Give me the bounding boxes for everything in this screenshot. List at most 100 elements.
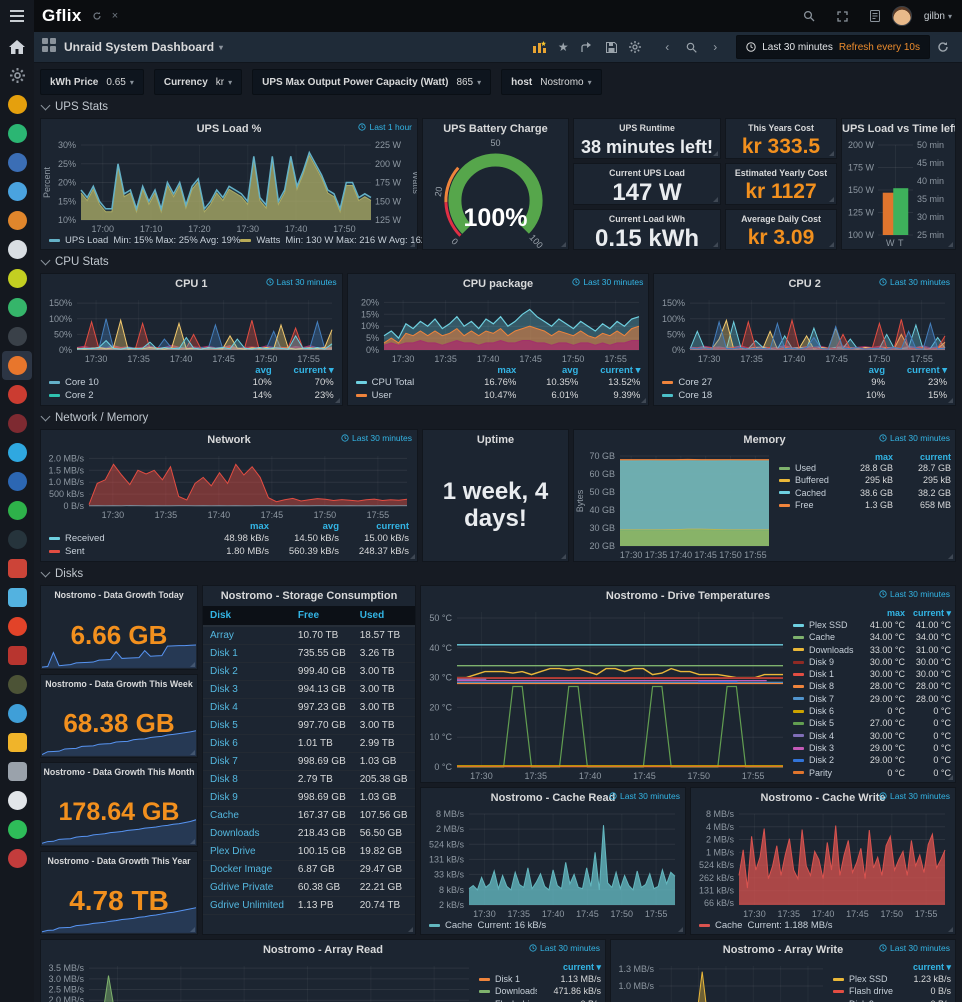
legend-series[interactable]: Disk 6 xyxy=(793,705,859,717)
legend-series[interactable]: Core 27 xyxy=(662,376,823,389)
time-forward-icon[interactable]: › xyxy=(704,36,726,58)
app-icon-29[interactable] xyxy=(2,844,32,873)
legend-column-header[interactable]: max xyxy=(859,608,905,619)
legend-series[interactable]: Disk 3 xyxy=(793,742,859,754)
tab-close-icon[interactable]: × xyxy=(112,10,118,22)
user-menu[interactable]: gilbn▾ xyxy=(924,11,952,22)
legend-series[interactable]: Disk 9 xyxy=(793,656,859,668)
legend-series[interactable]: Flash drive xyxy=(479,998,537,1002)
panel-title[interactable]: Nostromo - Cache Read xyxy=(491,792,616,804)
time-range-link[interactable]: Last 30 minutes xyxy=(572,277,643,287)
table-column-header[interactable]: Free xyxy=(291,606,353,626)
app-icon-21[interactable] xyxy=(2,612,32,641)
app-icon-12[interactable] xyxy=(2,351,32,380)
time-range-link[interactable]: Last 30 minutes xyxy=(609,791,680,801)
panel-title[interactable]: CPU 1 xyxy=(175,278,207,290)
time-range-link[interactable]: Last 30 minutes xyxy=(341,433,412,443)
panel-title[interactable]: Nostromo - Data Growth Today xyxy=(54,590,183,600)
app-icon-6[interactable] xyxy=(2,177,32,206)
legend-series[interactable]: Disk 9 xyxy=(833,998,893,1002)
app-icon-9[interactable] xyxy=(2,264,32,293)
table-column-header[interactable]: Disk xyxy=(203,606,291,626)
app-icon-14[interactable] xyxy=(2,409,32,438)
panel-title[interactable]: UPS Runtime xyxy=(619,123,675,133)
search-icon[interactable] xyxy=(803,10,815,22)
legend-series[interactable]: UPS LoadMin: 15% Max: 25% Avg: 19% xyxy=(49,235,240,246)
hamburger-menu-icon[interactable] xyxy=(0,0,34,32)
legend-series[interactable]: Core 10 xyxy=(49,376,210,389)
panel-title[interactable]: Average Daily Cost xyxy=(741,214,821,224)
time-range-link[interactable]: Last 30 minutes xyxy=(879,791,950,801)
app-icon-10[interactable] xyxy=(2,293,32,322)
legend-column-header[interactable]: current ▾ xyxy=(537,962,601,973)
legend-column-header[interactable]: avg xyxy=(516,365,578,376)
legend-series[interactable]: Flash drive xyxy=(833,985,893,997)
panel-title[interactable]: Uptime xyxy=(477,434,514,446)
time-range-link[interactable]: Last 30 minutes xyxy=(529,943,600,953)
app-icon-11[interactable] xyxy=(2,322,32,351)
add-panel-icon[interactable] xyxy=(528,36,550,58)
legend-column-header[interactable]: avg xyxy=(210,365,272,376)
panel-title[interactable]: Nostromo - Storage Consumption xyxy=(221,590,398,602)
time-range-link[interactable]: Last 30 minutes xyxy=(879,277,950,287)
zoom-out-icon[interactable] xyxy=(680,36,702,58)
legend-series[interactable]: Disk 7 xyxy=(793,693,859,705)
section-ups-stats[interactable]: UPS Stats xyxy=(40,99,956,114)
legend-series[interactable]: Disk 4 xyxy=(793,730,859,742)
variable-kwh-price[interactable]: kWh Price0.65▾ xyxy=(40,69,144,95)
app-icon-26[interactable] xyxy=(2,757,32,786)
app-icon-17[interactable] xyxy=(2,496,32,525)
panel-title[interactable]: Memory xyxy=(743,434,785,446)
time-picker[interactable]: Last 30 minutes Refresh every 10s xyxy=(736,35,930,59)
legend-series[interactable]: WattsMin: 130 W Max: 216 W Avg: 162 W xyxy=(240,235,437,246)
legend-series[interactable]: Cached xyxy=(779,487,835,499)
time-range-link[interactable]: Last 30 minutes xyxy=(879,589,950,599)
legend-series[interactable]: CacheCurrent: 16 kB/s xyxy=(429,920,546,931)
time-range-link[interactable]: Last 30 minutes xyxy=(879,433,950,443)
legend-column-header[interactable]: max xyxy=(199,521,269,532)
avatar[interactable] xyxy=(892,6,912,26)
legend-series[interactable]: Used xyxy=(779,462,835,474)
section-disks[interactable]: Disks xyxy=(40,566,956,581)
variable-value[interactable]: kr▾ xyxy=(216,77,232,88)
share-icon[interactable] xyxy=(576,36,598,58)
section-network-memory[interactable]: Network / Memory xyxy=(40,410,956,425)
panel-title[interactable]: Nostromo - Drive Temperatures xyxy=(606,590,770,602)
table-column-header[interactable]: Used xyxy=(353,606,415,626)
variable-value[interactable]: Nostromo▾ xyxy=(540,77,591,88)
panel-title[interactable]: UPS Load % xyxy=(197,123,262,135)
legend-series[interactable]: CPU Total xyxy=(356,376,455,389)
legend-series[interactable]: Disk 5 xyxy=(793,717,859,729)
legend-column-header[interactable]: avg xyxy=(823,365,885,376)
time-back-icon[interactable]: ‹ xyxy=(656,36,678,58)
legend-series[interactable]: Buffered xyxy=(779,474,835,486)
legend-series[interactable]: Core 18 xyxy=(662,389,823,402)
legend-series[interactable]: Disk 2 xyxy=(793,754,859,766)
legend-column-header[interactable]: max xyxy=(835,452,893,462)
home-icon[interactable] xyxy=(2,32,32,61)
panel-title[interactable]: Nostromo - Data Growth This Year xyxy=(47,856,190,866)
panel-title[interactable]: CPU package xyxy=(463,278,533,290)
app-icon-27[interactable] xyxy=(2,786,32,815)
app-icon-28[interactable] xyxy=(2,815,32,844)
legend-series[interactable]: Downloads xyxy=(479,985,537,997)
app-icon-23[interactable] xyxy=(2,670,32,699)
app-icon-19[interactable] xyxy=(2,554,32,583)
panel-title[interactable]: Nostromo - Data Growth This Month xyxy=(43,767,194,777)
panel-title[interactable]: Network xyxy=(207,434,250,446)
panel-title[interactable]: Nostromo - Cache Write xyxy=(760,792,885,804)
app-icon-8[interactable] xyxy=(2,235,32,264)
legend-series[interactable]: Parity xyxy=(793,767,859,779)
dashboard-title-dropdown[interactable]: Unraid System Dashboard ▾ xyxy=(64,40,223,54)
variable-host[interactable]: hostNostromo▾ xyxy=(501,69,601,95)
panel-title[interactable]: Current UPS Load xyxy=(609,168,685,178)
legend-series[interactable]: Sent xyxy=(49,545,199,558)
legend-column-header[interactable]: current ▾ xyxy=(885,365,947,376)
legend-series[interactable]: CacheCurrent: 1.188 MB/s xyxy=(699,920,832,931)
legend-column-header[interactable]: current ▾ xyxy=(578,365,640,376)
app-icon-20[interactable] xyxy=(2,583,32,612)
legend-series[interactable]: Disk 8 xyxy=(793,680,859,692)
time-range-link[interactable]: Last 30 minutes xyxy=(266,277,337,287)
legend-series[interactable]: Disk 1 xyxy=(793,668,859,680)
legend-series[interactable]: Disk 1 xyxy=(479,973,537,985)
